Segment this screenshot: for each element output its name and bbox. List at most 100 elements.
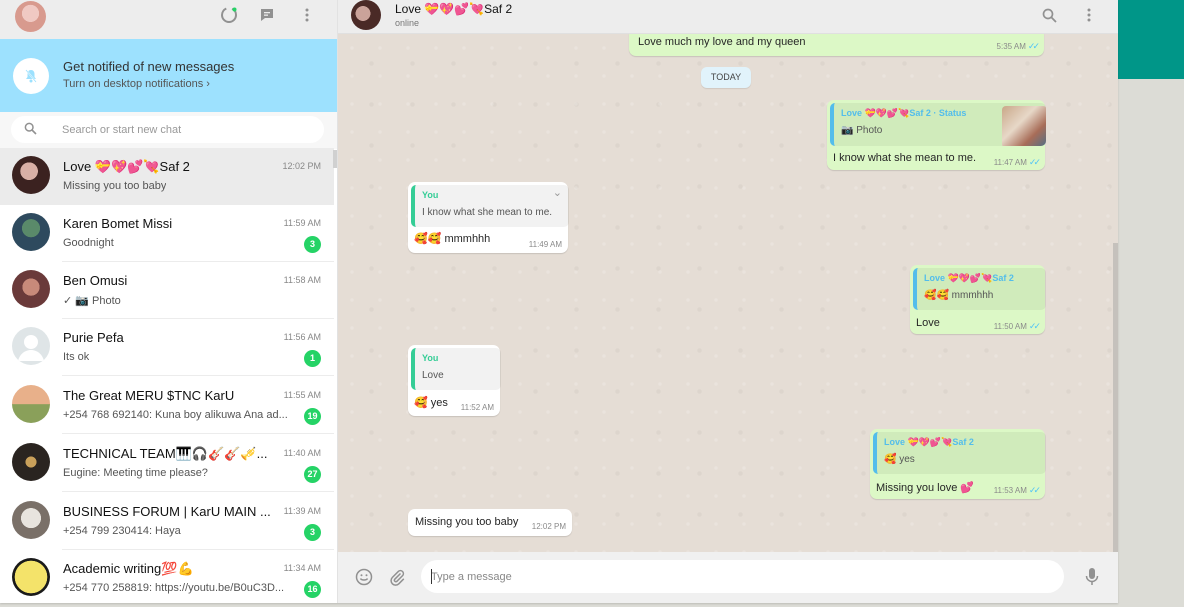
search-icon[interactable] [24,122,37,140]
quoted-message[interactable]: You Love [411,348,501,390]
chat-item[interactable]: Love 💝💖💕💘Saf 2 Missing you too baby 12:0… [0,148,334,205]
attach-icon[interactable] [386,566,408,588]
chat-name: Love 💝💖💕💘Saf 2 [63,159,190,174]
chat-name: Ben Omusi [63,273,128,288]
quote-author: Love 💝💖💕💘Saf 2 [884,437,974,447]
quoted-message[interactable]: Love 💝💖💕💘Saf 2 🥰🥰 mmmhhh [913,268,1046,310]
bell-off-icon [13,58,49,94]
divider [62,433,334,434]
chat-time: 11:39 AM [283,506,321,516]
contact-name: Love 💝💖💕💘Saf 2 [395,2,513,16]
chat-preview: +254 799 230414: Haya [63,525,181,537]
enable-notifications-link[interactable]: Turn on desktop notifications › [63,78,210,90]
chat-name: The Great MERU $TNC KarU [63,388,235,403]
chat-time: 12:02 PM [282,161,321,171]
microphone-icon[interactable] [1081,566,1103,588]
quote-author: Love 💝💖💕💘Saf 2 · Status [841,108,967,118]
composer-bar [338,552,1118,603]
unread-badge: 16 [304,581,321,598]
unread-badge: 27 [304,466,321,483]
chat-item[interactable]: Purie Pefa Its ok 11:56 AM 1 [0,319,334,376]
contact-avatar[interactable] [351,0,381,30]
conversation-scrollbar[interactable] [1113,243,1118,552]
background-header-band [1118,0,1184,79]
message-text: Missing you love 💕 [876,482,975,494]
conversation-panel: Love 💝💖💕💘Saf 2 online Love much my love … [338,0,1118,603]
chat-item[interactable]: Karen Bomet Missi Goodnight 11:59 AM 3 [0,205,334,262]
message-text: Love [916,317,940,329]
quote-text: 🥰 yes [884,454,915,465]
chat-name: BUSINESS FORUM | KarU MAIN ... [63,504,271,519]
menu-icon[interactable] [296,4,318,26]
conversation-header[interactable]: Love 💝💖💕💘Saf 2 online [338,0,1118,34]
message-text: I know what she mean to me. [833,152,977,164]
message-bubble-outgoing[interactable]: Love 💝💖💕💘Saf 2 🥰🥰 mmmhhh Love 11:50 AM ✓✓ [910,265,1046,334]
quote-text: 🥰🥰 mmmhhh [924,290,994,301]
chat-item[interactable]: The Great MERU $TNC KarU +254 768 692140… [0,377,334,434]
chat-preview: +254 768 692140: Kuna boy alikuwa Ana ad… [63,409,288,421]
emoji-icon[interactable] [353,566,375,588]
chat-item[interactable]: Academic writing💯💪 +254 770 258819: http… [0,550,334,603]
quote-author: Love 💝💖💕💘Saf 2 [924,273,1014,283]
chat-avatar [12,443,50,481]
message-list[interactable]: Love much my love and my queen 5:35 AM ✓✓… [338,34,1118,552]
divider [62,375,334,376]
status-icon[interactable] [218,4,240,26]
message-time: 11:49 AM [528,240,562,249]
read-ticks-icon: ✓✓ [1028,157,1041,167]
chat-item[interactable]: Ben Omusi ✓ 📷 Photo 11:58 AM [0,262,334,319]
notification-banner[interactable] [0,39,337,112]
read-ticks-icon: ✓✓ [1028,321,1041,331]
message-bubble-incoming[interactable]: You I know what she mean to me. ⌄ 🥰🥰 mmm… [408,182,569,253]
chat-time: 11:40 AM [283,448,321,458]
chat-avatar [12,270,50,308]
chevron-down-icon[interactable]: ⌄ [553,186,562,199]
chat-avatar [12,156,50,194]
message-text: Love much my love and my queen [638,36,806,48]
read-ticks-icon: ✓✓ [1028,485,1041,495]
quote-author: You [422,190,439,200]
unread-badge: 1 [304,350,321,367]
menu-icon[interactable] [1078,4,1100,26]
whatsapp-web-window: Get notified of new messages Turn on des… [0,0,1118,603]
message-bubble-incoming[interactable]: You Love 🥰 yes 11:52 AM [408,345,501,416]
chat-time: 11:55 AM [283,390,321,400]
message-bubble-outgoing[interactable]: Love much my love and my queen 5:35 AM ✓✓ [629,34,1044,56]
chat-name: Academic writing💯💪 [63,561,194,576]
chat-preview: Eugine: Meeting time please? [63,467,208,479]
chat-avatar [12,501,50,539]
message-time: 11:50 AM ✓✓ [993,321,1041,331]
message-bubble-outgoing[interactable]: Love 💝💖💕💘Saf 2 🥰 yes Missing you love 💕 … [870,429,1046,499]
divider [62,491,334,492]
status-thumbnail [1002,106,1046,146]
chat-item[interactable]: BUSINESS FORUM | KarU MAIN ... +254 799 … [0,493,334,550]
sidebar-scrollbar[interactable] [333,150,337,168]
message-input[interactable] [421,560,1064,593]
chat-avatar [12,213,50,251]
chat-item[interactable]: TECHNICAL TEAM🎹🎧🎸🎸🎺... Eugine: Meeting t… [0,435,334,492]
message-text: 🥰🥰 mmmhhh [414,233,491,245]
chat-preview: Goodnight [63,237,114,249]
quoted-message[interactable]: Love 💝💖💕💘Saf 2 🥰 yes [873,432,1046,474]
message-time: 11:47 AM ✓✓ [993,157,1041,167]
search-icon[interactable] [1038,4,1060,26]
chat-time: 11:59 AM [283,218,321,228]
message-text: 🥰 yes [414,397,448,409]
quote-text: Love [422,370,444,381]
message-bubble-incoming[interactable]: Missing you too baby 12:02 PM [408,509,572,536]
unread-badge: 19 [304,408,321,425]
chat-time: 11:34 AM [283,563,321,573]
chat-name: Karen Bomet Missi [63,216,173,231]
chat-preview: Its ok [63,351,90,363]
date-divider: TODAY [701,67,751,88]
chat-preview: ✓ 📷 Photo [63,295,121,307]
quoted-status[interactable]: Love 💝💖💕💘Saf 2 · Status 📷 Photo [830,103,1046,146]
unread-badge: 3 [304,236,321,253]
message-bubble-outgoing[interactable]: Love 💝💖💕💘Saf 2 · Status 📷 Photo I know w… [827,100,1046,170]
search-input[interactable] [62,116,312,143]
text-cursor [431,569,432,584]
my-profile-avatar[interactable] [15,1,46,32]
new-chat-icon[interactable] [256,4,278,26]
notification-title: Get notified of new messages [63,59,235,74]
quoted-message[interactable]: You I know what she mean to me. [411,185,569,227]
